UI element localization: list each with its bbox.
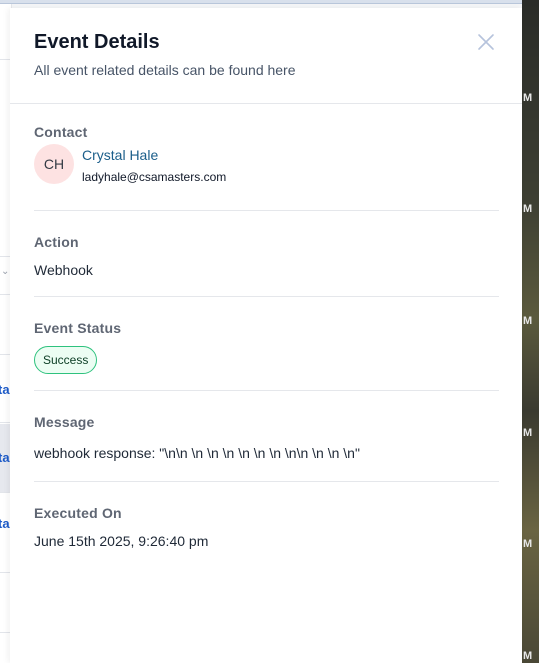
drawer-subtitle: All event related details can be found h… bbox=[34, 62, 296, 78]
message-value: webhook response: "\n\n \n \n \n \n \n \… bbox=[34, 445, 360, 461]
avatar-initials: CH bbox=[43, 156, 65, 172]
event-details-drawer: Event Details All event related details … bbox=[10, 8, 522, 663]
drawer-header: Event Details All event related details … bbox=[10, 8, 522, 104]
divider bbox=[34, 296, 499, 297]
close-icon bbox=[478, 34, 494, 50]
divider bbox=[34, 481, 499, 482]
contact-email: ladyhale@csamasters.com bbox=[82, 170, 227, 184]
executed-on-section: Executed On June 15th 2025, 9:26:40 pm bbox=[34, 505, 499, 555]
action-value: Webhook bbox=[34, 262, 93, 278]
chevron-down-icon: ⌄ bbox=[1, 266, 10, 277]
event-status-label: Event Status bbox=[34, 320, 122, 336]
background-topbar bbox=[0, 0, 539, 4]
message-section: Message webhook response: "\n\n \n \n \n… bbox=[34, 414, 499, 474]
contact-label: Contact bbox=[34, 124, 88, 140]
background-link-fragment[interactable]: ta bbox=[0, 450, 10, 465]
action-label: Action bbox=[34, 234, 79, 250]
background-text-fragment: M bbox=[523, 92, 533, 104]
background-text-fragment: M bbox=[523, 203, 533, 215]
divider bbox=[34, 210, 499, 211]
background-right-image: M M M M M M bbox=[522, 0, 539, 663]
background-text-fragment: M bbox=[523, 427, 533, 439]
contact-section: Contact CH Crystal Hale ladyhale@csamast… bbox=[34, 124, 499, 204]
close-button[interactable] bbox=[474, 30, 498, 54]
avatar: CH bbox=[34, 144, 74, 184]
action-section: Action Webhook bbox=[34, 234, 499, 284]
background-link-fragment[interactable]: ta bbox=[0, 516, 10, 531]
executed-on-label: Executed On bbox=[34, 505, 122, 521]
status-badge: Success bbox=[34, 346, 98, 374]
background-text-fragment: M bbox=[523, 538, 533, 550]
contact-name-link[interactable]: Crystal Hale bbox=[82, 147, 158, 163]
message-label: Message bbox=[34, 414, 95, 430]
executed-on-value: June 15th 2025, 9:26:40 pm bbox=[34, 533, 209, 549]
background-link-fragment[interactable]: ta bbox=[0, 382, 10, 397]
background-text-fragment: M bbox=[523, 315, 533, 327]
background-text-fragment: M bbox=[523, 650, 533, 662]
divider bbox=[34, 390, 499, 391]
drawer-title: Event Details bbox=[34, 31, 160, 53]
event-status-section: Event Status Success bbox=[34, 320, 499, 380]
